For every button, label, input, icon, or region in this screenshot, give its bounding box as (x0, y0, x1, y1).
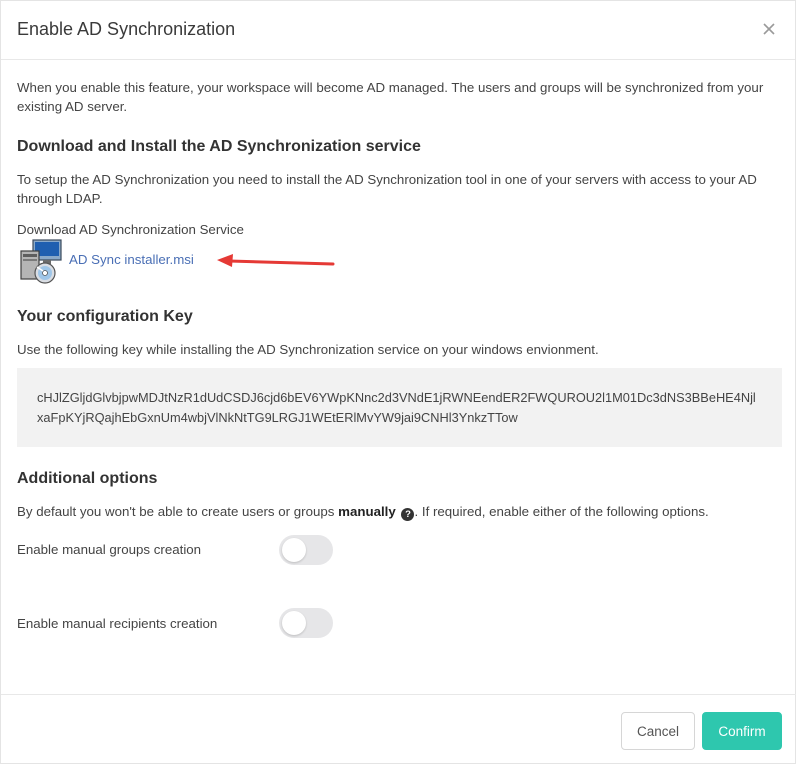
download-description: To setup the AD Synchronization you need… (17, 172, 757, 206)
config-key-box[interactable]: cHJlZGljdGlvbjpwMDJtNzR1dUdCSDJ6cjd6bEV6… (17, 368, 782, 447)
close-button[interactable] (761, 21, 777, 37)
close-icon (763, 23, 775, 35)
msi-installer-icon[interactable] (17, 237, 65, 285)
intro-text: When you enable this feature, your works… (17, 80, 764, 114)
dialog-header: Enable AD Synchronization (1, 1, 795, 60)
ad-sync-dialog: Enable AD Synchronization When you enabl… (0, 0, 796, 764)
annotation-arrow-icon (217, 254, 335, 267)
download-heading: Download and Install the AD Synchronizat… (17, 138, 421, 155)
toggle-knob (282, 611, 306, 635)
additional-options-description: By default you won't be able to create u… (17, 502, 709, 521)
config-heading: Your configuration Key (17, 308, 193, 325)
manual-recipients-toggle[interactable] (279, 608, 333, 638)
dialog-title: Enable AD Synchronization (17, 19, 236, 39)
manual-groups-toggle[interactable] (279, 535, 333, 565)
manually-emphasis: manually (338, 504, 396, 519)
config-description: Use the following key while installing t… (17, 342, 599, 357)
dialog-footer: Cancel Confirm (1, 694, 796, 764)
installer-download-link[interactable]: AD Sync installer.msi (69, 252, 194, 267)
additional-options-heading: Additional options (17, 470, 158, 487)
cancel-button[interactable]: Cancel (621, 712, 695, 750)
question-circle-icon[interactable]: ? (401, 508, 415, 521)
description-text-end: . If required, enable either of the foll… (414, 504, 709, 519)
manual-recipients-label: Enable manual recipients creation (17, 616, 218, 631)
description-text-start: By default you won't be able to create u… (17, 504, 339, 519)
toggle-knob (282, 538, 306, 562)
confirm-button[interactable]: Confirm (702, 712, 782, 750)
manual-groups-label: Enable manual groups creation (17, 542, 202, 557)
